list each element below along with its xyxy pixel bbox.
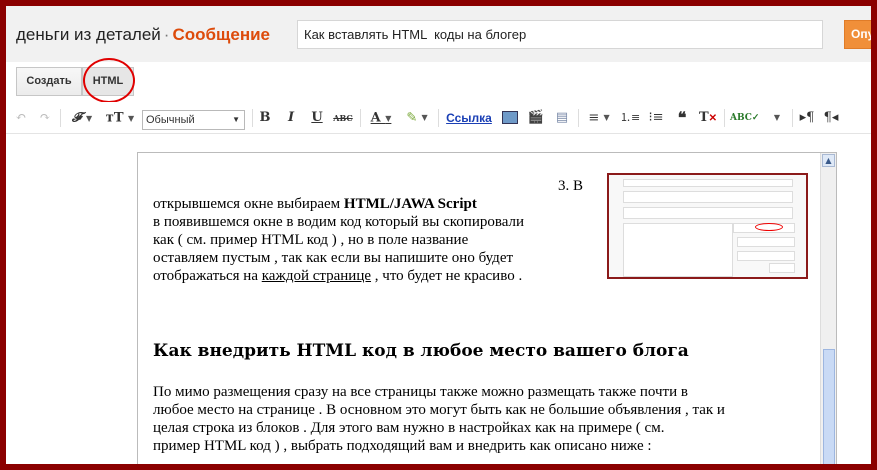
paragraph-line: в появившемся окне в водим код который в… [153, 214, 525, 230]
italic-button[interactable]: I [282, 108, 300, 128]
underlined-text: каждой странице [261, 268, 372, 284]
blog-name[interactable]: деньги из деталей [16, 25, 161, 44]
bold-text: HTML/JAWA Script [343, 196, 477, 212]
paragraph-line: открывшемся окне выбираем HTML/JAWA Scri… [153, 195, 593, 213]
publish-button[interactable]: Опубликовать [844, 20, 871, 49]
toolbar-divider [252, 109, 253, 127]
clear-format-icon[interactable]: T✕ [698, 108, 718, 128]
toolbar-divider [792, 109, 793, 127]
strikethrough-button[interactable]: ABC [332, 108, 354, 128]
paragraph-line: как ( см. пример HTML код ) , но в поле … [153, 231, 593, 249]
text-run: ) , выбрать подходящий вам и внедрить ка… [274, 438, 652, 454]
paragraph-line: целая строка из блоков . Для этого вам н… [153, 420, 665, 436]
app-frame: деньги из деталей·Сообщение Опубликовать… [6, 6, 871, 464]
page-kind-label: Сообщение [172, 25, 270, 44]
link-button[interactable]: Ссылка [444, 108, 494, 128]
jump-break-icon[interactable]: ▤ [552, 108, 572, 128]
undo-icon[interactable]: ↶ [12, 108, 30, 128]
tab-compose[interactable]: Создать [16, 67, 82, 96]
numbered-list-icon[interactable]: ⒈≡ [620, 108, 640, 128]
formatting-toolbar: ↶ ↷ 𝓕 ▼ тT ▼ Обычный ▼ B I U ABC A ▼ ✎ ▼… [6, 102, 871, 134]
underline-button[interactable]: U [308, 108, 326, 128]
vertical-scrollbar[interactable]: ▲ [820, 153, 836, 464]
scroll-up-arrow-icon[interactable]: ▲ [822, 154, 835, 167]
step-number: 3. В [558, 178, 584, 194]
ltr-direction-icon[interactable]: ▸¶ [798, 108, 816, 128]
chevron-down-icon: ▼ [232, 115, 240, 124]
post-title-input[interactable] [297, 20, 823, 49]
text-run: ) , но в поле название [331, 232, 469, 248]
paragraph-line: оставляем пустым , так как если вы напиш… [153, 250, 514, 266]
text-color-icon[interactable]: A ▼ [366, 108, 396, 128]
bulleted-list-icon[interactable]: ⁝≡ [646, 108, 666, 128]
more-options-icon[interactable]: ▼ [768, 108, 786, 128]
breadcrumb-separator: · [163, 25, 170, 44]
text-run: как ( см. пример [153, 232, 262, 248]
text-run: , что будет не красиво . [371, 268, 523, 284]
font-family-icon[interactable]: 𝓕 ▼ [66, 108, 98, 128]
toolbar-divider [578, 109, 579, 127]
image-icon[interactable] [500, 108, 520, 128]
toolbar-divider [438, 109, 439, 127]
section-heading: Как внедрить HTML код в любое место ваше… [153, 341, 689, 361]
paragraph-line: отображаться на каждой странице , что бу… [153, 267, 593, 285]
compose-editor[interactable]: 3. В открывшемся окне выбираем HTML/JAWA… [137, 152, 837, 464]
spellcheck-icon[interactable]: ABC✓ [730, 108, 759, 128]
paragraph-line: любое место на странице . В основном это… [153, 402, 725, 418]
text-run: пример [153, 438, 204, 454]
scrollbar-thumb[interactable] [823, 349, 835, 464]
quote-icon[interactable]: ❝ [672, 108, 692, 128]
align-icon[interactable]: ≡ ▼ [584, 108, 614, 128]
html-code-link[interactable]: HTML код [261, 232, 332, 248]
video-icon[interactable]: 🎬 [526, 108, 546, 128]
toolbar-divider [724, 109, 725, 127]
paragraph-line: По мимо размещения сразу на все страницы… [153, 384, 688, 400]
toolbar-divider [360, 109, 361, 127]
paragraph-format-select[interactable]: Обычный ▼ [142, 110, 245, 130]
screenshot-thumbnail-image [607, 173, 808, 279]
mode-tabs: Создать HTML [6, 62, 871, 102]
toolbar-divider [60, 109, 61, 127]
breadcrumb: деньги из деталей · Сообщение [16, 25, 270, 45]
text-run: открывшемся окне выбираем [153, 196, 344, 212]
rtl-direction-icon[interactable]: ¶◂ [822, 108, 840, 128]
highlight-color-icon[interactable]: ✎ ▼ [402, 108, 432, 128]
text-run: отображаться на [153, 268, 262, 284]
tab-html[interactable]: HTML [82, 67, 134, 96]
redo-icon[interactable]: ↷ [36, 108, 54, 128]
format-select-value: Обычный [146, 114, 195, 126]
editor-header: деньги из деталей·Сообщение Опубликовать [6, 6, 871, 62]
paragraph-line: пример HTML код ) , выбрать подходящий в… [153, 437, 818, 455]
html-code-link[interactable]: HTML код [204, 438, 275, 454]
font-size-icon[interactable]: тT ▼ [104, 108, 136, 128]
bold-button[interactable]: B [256, 108, 274, 128]
